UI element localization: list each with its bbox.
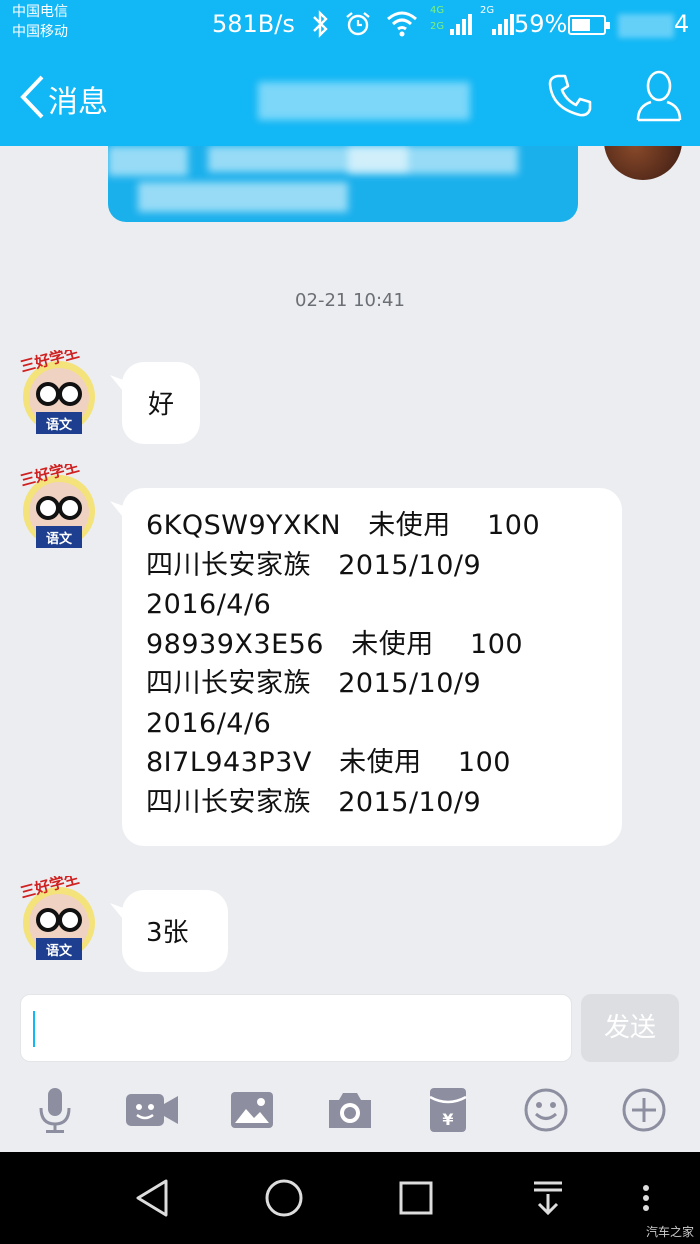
carrier-1: 中国电信 bbox=[12, 4, 68, 20]
back-label: 消息 bbox=[48, 85, 108, 120]
contact-avatar[interactable]: 语文 三好学生 bbox=[14, 343, 100, 436]
message-line: 2016/4/6 bbox=[146, 707, 272, 739]
watermark: 汽车之家 bbox=[645, 1225, 694, 1239]
red-packet-icon[interactable]: ¥ bbox=[424, 1086, 472, 1134]
message-text: 3张 bbox=[146, 918, 189, 948]
input-toolbar: ¥ bbox=[0, 1068, 700, 1152]
battery-icon bbox=[568, 15, 610, 35]
contact-profile-icon[interactable] bbox=[634, 68, 684, 128]
more-icon[interactable] bbox=[640, 1178, 652, 1222]
received-message-bubble[interactable]: 6KQSW9YXKN 未使用 100 四川长安家族 2015/10/9 2016… bbox=[122, 488, 622, 846]
svg-text:语文: 语文 bbox=[46, 417, 73, 433]
video-call-icon[interactable] bbox=[126, 1086, 180, 1134]
bluetooth-icon bbox=[310, 10, 330, 38]
message-line: 四川长安家族 2015/10/9 bbox=[146, 549, 482, 581]
message-line: 四川长安家族 2015/10/9 bbox=[146, 668, 482, 699]
text-cursor bbox=[33, 1011, 35, 1047]
net-speed: 581B/s bbox=[212, 10, 295, 38]
plus-icon[interactable] bbox=[620, 1086, 668, 1134]
alarm-icon bbox=[344, 10, 372, 38]
message-text: 好 bbox=[148, 390, 175, 420]
network-1-label: 4G bbox=[430, 5, 445, 16]
signal-1-icon: 4G 2G bbox=[430, 5, 472, 37]
carrier-2: 中国移动 bbox=[12, 24, 68, 40]
image-icon[interactable] bbox=[228, 1086, 276, 1134]
message-input[interactable] bbox=[20, 994, 572, 1062]
camera-icon[interactable] bbox=[326, 1086, 374, 1134]
emoji-icon[interactable] bbox=[522, 1086, 570, 1134]
system-nav-bar: 汽车之家 bbox=[0, 1152, 700, 1244]
sent-message-bubble[interactable] bbox=[108, 146, 578, 222]
title-bar: 消息 bbox=[0, 50, 700, 146]
back-icon[interactable] bbox=[134, 1178, 170, 1222]
message-line: 2016/4/6 bbox=[146, 589, 272, 620]
status-icons: 4G 2G 2G bbox=[310, 5, 516, 38]
message-line: 四川长安家族 2015/10/9 bbox=[146, 786, 482, 818]
message-timestamp: 02-21 10:41 bbox=[295, 290, 405, 311]
contact-avatar[interactable]: 语文 三好学生 bbox=[14, 869, 100, 962]
chat-area[interactable]: 02-21 10:41 语文 三好学生 好 语文 三好学生 6KQSW9YXKN… bbox=[0, 146, 700, 990]
signal-2-icon: 2G bbox=[480, 5, 516, 37]
clock-redacted bbox=[618, 14, 674, 38]
notification-pull-icon[interactable] bbox=[530, 1178, 566, 1222]
received-message-bubble[interactable]: 好 bbox=[122, 362, 200, 444]
network-1b-label: 2G bbox=[430, 21, 445, 32]
status-bar: 中国电信 中国移动 581B/s 4G 2G 2G 59% 4 bbox=[0, 0, 700, 50]
received-message-bubble[interactable]: 3张 bbox=[122, 890, 228, 972]
send-button[interactable]: 发送 bbox=[581, 994, 679, 1062]
chevron-left-icon bbox=[18, 74, 46, 124]
network-2-label: 2G bbox=[480, 5, 495, 16]
wifi-icon bbox=[386, 11, 418, 37]
home-icon[interactable] bbox=[264, 1178, 304, 1222]
back-button[interactable]: 消息 bbox=[18, 74, 108, 124]
message-line: 98939X3E56 未使用 100 bbox=[146, 628, 524, 660]
message-line: 8I7L943P3V 未使用 100 bbox=[146, 747, 511, 778]
message-line: 6KQSW9YXKN 未使用 100 bbox=[146, 510, 541, 541]
svg-text:语文: 语文 bbox=[46, 943, 73, 959]
battery-percent: 59% bbox=[514, 10, 568, 38]
svg-text:语文: 语文 bbox=[46, 531, 73, 547]
microphone-icon[interactable] bbox=[31, 1086, 79, 1134]
contact-avatar[interactable]: 语文 三好学生 bbox=[14, 457, 100, 550]
phone-icon[interactable] bbox=[546, 72, 594, 124]
svg-text:¥: ¥ bbox=[442, 1110, 453, 1129]
recents-icon[interactable] bbox=[398, 1178, 434, 1222]
clock-tail: 4 bbox=[674, 10, 690, 38]
input-bar: 发送 bbox=[0, 990, 700, 1068]
chat-title-redacted bbox=[258, 82, 470, 120]
my-avatar[interactable] bbox=[604, 146, 682, 180]
